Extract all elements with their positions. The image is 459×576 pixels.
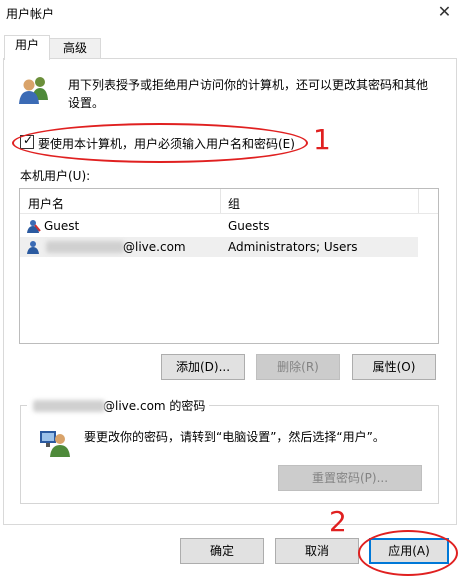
user-icon	[27, 220, 41, 233]
annotation-marker-1: 1	[313, 123, 331, 156]
annotation-oval-1	[12, 123, 308, 163]
table-row[interactable]: Guest Guests	[20, 216, 418, 236]
close-button[interactable]: ✕	[430, 0, 459, 26]
reset-password-button[interactable]: 重置密码(P)...	[278, 465, 422, 491]
ok-button[interactable]: 确定	[180, 538, 264, 564]
redacted-email	[33, 400, 105, 412]
username-cell: @live.com	[123, 240, 186, 254]
title-bar: 用户帐户 ✕	[0, 0, 459, 28]
users-list-label: 本机用户(U):	[20, 169, 91, 183]
column-separator[interactable]	[418, 189, 419, 213]
password-group-title-text: @live.com 的密码	[103, 399, 206, 413]
intro-text: 用下列表授予或拒绝用户访问你的计算机，还可以更改其密码和其他设置。	[68, 78, 429, 110]
remove-user-button[interactable]: 删除(R)	[256, 354, 340, 380]
list-header: 用户名 组	[20, 189, 438, 214]
password-change-text: 要更改你的密码，请转到“电脑设置”，然后选择“用户”。	[84, 430, 385, 444]
group-cell: Administrators; Users	[228, 240, 358, 254]
redacted-email	[46, 241, 124, 253]
user-key-icon	[40, 431, 70, 457]
username-cell: Guest	[44, 219, 80, 233]
users-listbox[interactable]: 用户名 组 Guest Guests @live.com Administrat…	[19, 188, 439, 344]
column-header-group[interactable]: 组	[228, 195, 240, 212]
cancel-button[interactable]: 取消	[275, 538, 359, 564]
tab-users[interactable]: 用户	[4, 35, 50, 60]
group-cell: Guests	[228, 219, 270, 233]
user-icon	[27, 241, 39, 254]
column-header-username[interactable]: 用户名	[28, 195, 64, 212]
annotation-oval-2	[358, 530, 458, 576]
tab-advanced[interactable]: 高级	[49, 38, 101, 59]
column-separator[interactable]	[220, 189, 221, 213]
tab-strip: 用户 高级	[0, 28, 459, 60]
window-title: 用户帐户	[6, 7, 55, 21]
table-row[interactable]: @live.com Administrators; Users	[20, 237, 418, 257]
users-icon	[19, 77, 48, 104]
add-user-button[interactable]: 添加(D)...	[161, 354, 245, 380]
annotation-marker-2: 2	[329, 505, 347, 538]
properties-button[interactable]: 属性(O)	[352, 354, 436, 380]
